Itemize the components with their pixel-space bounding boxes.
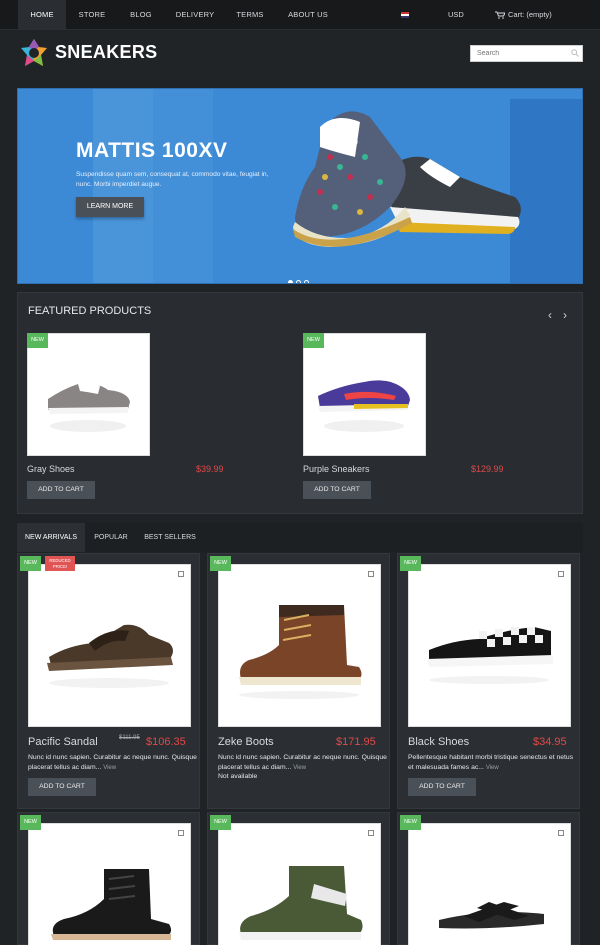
black-boot-image: [51, 869, 172, 940]
product-card: NEW: [17, 812, 200, 945]
view-link[interactable]: View: [486, 765, 499, 771]
logo-text[interactable]: SNEAKERS: [55, 42, 157, 63]
product-name[interactable]: Pacific Sandal: [28, 736, 98, 748]
new-badge: NEW: [210, 815, 231, 830]
quick-view-icon[interactable]: [558, 571, 564, 577]
us-flag-icon[interactable]: [401, 12, 409, 18]
purple-sneaker-image: [318, 380, 410, 432]
new-badge: NEW: [20, 815, 41, 830]
product-image[interactable]: [408, 823, 571, 945]
view-link[interactable]: View: [293, 765, 306, 771]
gray-shoe-image: [48, 381, 130, 432]
new-badge: NEW: [400, 556, 421, 571]
product-image[interactable]: [28, 564, 191, 727]
product-name[interactable]: Zeke Boots: [218, 736, 274, 748]
chevron-left-icon[interactable]: ‹: [548, 309, 556, 321]
black-shoe-image: [427, 627, 553, 684]
product-image[interactable]: [28, 823, 191, 945]
quick-view-icon[interactable]: [368, 571, 374, 577]
nav-blog[interactable]: BLOG: [120, 0, 162, 30]
hero-slider[interactable]: MATTIS 100XV Suspendisse quam sem, conse…: [17, 88, 583, 284]
sandal-image: [47, 624, 173, 688]
logo-star-icon[interactable]: [20, 38, 48, 68]
product-card: NEW: [397, 812, 580, 945]
search-icon[interactable]: [571, 49, 579, 57]
learn-more-button[interactable]: LEARN MORE: [76, 197, 144, 217]
slide-sandal-image: [439, 902, 544, 929]
product-image[interactable]: [218, 823, 381, 945]
product-tabs: NEW ARRIVALS POPULAR BEST SELLERS: [17, 523, 583, 552]
hero-text: Suspendisse quam sem, consequat at, comm…: [76, 171, 269, 188]
product-card: NEW REDUCED PRICE! Pacific Sandal $111.9…: [17, 553, 200, 809]
new-badge: NEW: [303, 333, 324, 348]
availability-note: Not available: [218, 773, 258, 780]
product-price: $106.35: [146, 736, 186, 748]
product-image[interactable]: [218, 564, 381, 727]
add-to-cart-button[interactable]: ADD TO CART: [303, 481, 371, 499]
cart-label: Cart: (empty): [508, 10, 552, 19]
view-link[interactable]: View: [103, 765, 116, 771]
slider-dot[interactable]: [296, 280, 301, 283]
reduced-price-badge: REDUCED PRICE!: [45, 556, 75, 571]
product-name[interactable]: Gray Shoes: [27, 464, 75, 474]
quick-view-icon[interactable]: [178, 571, 184, 577]
tab-new-arrivals[interactable]: NEW ARRIVALS: [17, 523, 85, 552]
slider-dots[interactable]: [288, 272, 312, 283]
product-card: NEW Zeke Boots $171.95 Nunc id nunc sapi…: [207, 553, 390, 809]
product-image-gray-shoes[interactable]: [27, 333, 150, 456]
new-badge: NEW: [210, 556, 231, 571]
green-sneaker-image: [239, 866, 363, 940]
product-card: NEW: [207, 812, 390, 945]
chevron-right-icon[interactable]: ›: [563, 309, 571, 321]
top-navigation: HOME STORE BLOG DELIVERY TERMS ABOUT US …: [0, 0, 600, 30]
product-price: $34.95: [533, 736, 567, 748]
hero-sneakers-image: [293, 111, 521, 247]
nav-about-us[interactable]: ABOUT US: [282, 0, 334, 30]
product-price: $39.99: [196, 464, 224, 474]
quick-view-icon[interactable]: [368, 830, 374, 836]
nav-home[interactable]: HOME: [18, 0, 66, 30]
old-price: $111.95: [119, 735, 140, 741]
cart-link[interactable]: Cart: (empty): [495, 0, 552, 30]
product-description: Nunc id nunc sapien. Curabitur ac neque …: [28, 753, 198, 773]
nav-terms[interactable]: TERMS: [229, 0, 271, 30]
add-to-cart-button[interactable]: ADD TO CART: [408, 778, 476, 796]
product-price: $129.99: [471, 464, 504, 474]
add-to-cart-button[interactable]: ADD TO CART: [28, 778, 96, 796]
section-title: FEATURED PRODUCTS: [28, 305, 152, 317]
product-description: Nunc id nunc sapien. Curabitur ac neque …: [218, 753, 388, 773]
product-price: $171.95: [336, 736, 376, 748]
new-badge: NEW: [400, 815, 421, 830]
new-badge: NEW: [20, 556, 41, 571]
nav-store[interactable]: STORE: [70, 0, 114, 30]
nav-delivery[interactable]: DELIVERY: [170, 0, 220, 30]
cart-icon: [495, 11, 506, 19]
tab-best-sellers[interactable]: BEST SELLERS: [141, 523, 199, 552]
quick-view-icon[interactable]: [558, 830, 564, 836]
product-card: NEW Black Shoes $34.95 Pellentesque habi…: [397, 553, 580, 809]
add-to-cart-button[interactable]: ADD TO CART: [27, 481, 95, 499]
new-badge: NEW: [27, 333, 48, 348]
currency-selector[interactable]: USD: [448, 0, 464, 30]
product-name[interactable]: Purple Sneakers: [303, 464, 370, 474]
search-input[interactable]: [470, 45, 583, 62]
product-image-purple-sneakers[interactable]: [303, 333, 426, 456]
featured-products-section: FEATURED PRODUCTS ‹ › NEW Gray Shoes $39…: [17, 292, 583, 514]
product-name[interactable]: Black Shoes: [408, 736, 469, 748]
slider-dot[interactable]: [288, 280, 293, 283]
hero-title: MATTIS 100XV: [76, 139, 228, 162]
boot-image: [239, 605, 362, 699]
tab-popular[interactable]: POPULAR: [87, 523, 135, 552]
product-description: Pellentesque habitant morbi tristique se…: [408, 753, 578, 773]
product-image[interactable]: [408, 564, 571, 727]
slider-dot[interactable]: [304, 280, 309, 283]
quick-view-icon[interactable]: [178, 830, 184, 836]
